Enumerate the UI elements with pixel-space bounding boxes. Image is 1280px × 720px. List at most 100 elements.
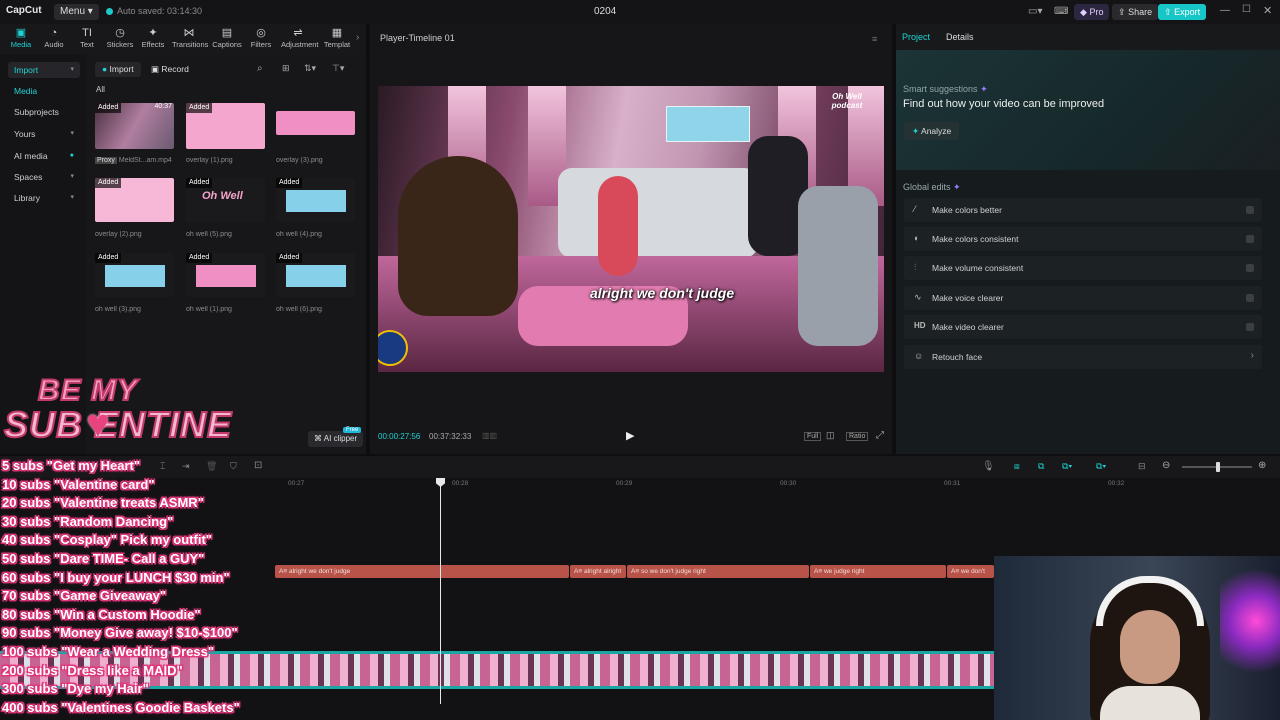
media-thumbnail: Added	[186, 253, 265, 297]
subtitle-clip[interactable]: A≡ we judge right	[810, 565, 946, 578]
minimize-icon[interactable]: —	[1220, 5, 1230, 16]
tool-tab-stickers[interactable]: ◷ Stickers	[103, 27, 137, 49]
record-button[interactable]: ▣ Record	[144, 62, 196, 77]
all-filter[interactable]: All	[96, 85, 105, 94]
microphone-icon[interactable]: 🎙	[982, 461, 995, 472]
edit-label: Make volume consistent	[932, 263, 1024, 273]
tab-details[interactable]: Details	[946, 32, 974, 42]
tool-tab-captions[interactable]: ▤ Captions	[210, 27, 244, 49]
toggle[interactable]	[1246, 264, 1254, 272]
title-bar: CapCut Menu ▾ Auto saved: 03:14:30 0204 …	[0, 0, 1280, 24]
ruler-tick: 00:30	[780, 480, 797, 487]
added-badge: Added	[276, 253, 303, 263]
media-thumbnail: Added	[95, 178, 174, 222]
subtitle-clip[interactable]: A≡ alright we don't judge	[275, 565, 569, 578]
fullscreen-icon[interactable]: ⤢	[876, 430, 884, 441]
pro-button[interactable]: ◆ Pro	[1074, 4, 1110, 20]
sidebar-item-subprojects[interactable]: Subprojects	[8, 104, 80, 120]
chevron-down-icon: ▾	[70, 194, 74, 201]
media-item[interactable]: Added overlay (2).png	[95, 178, 185, 238]
edit-make-colors-consistent[interactable]: ◐ Make colors consistent	[904, 227, 1262, 251]
share-button[interactable]: ⇪ Share	[1112, 4, 1159, 20]
tool-tab-filters[interactable]: ◎ Filters	[244, 27, 278, 49]
media-item[interactable]: Added oh well (1).png	[186, 253, 276, 313]
edit-make-volume-consistent[interactable]: ⫶ Make volume consistent	[904, 256, 1262, 280]
toggle[interactable]	[1246, 323, 1254, 331]
tool-tab-transitions[interactable]: ⋈ Transitions	[172, 27, 208, 49]
zoom-out-icon[interactable]: ⊖	[1162, 460, 1170, 471]
edit-make-colors-better[interactable]: ⁄ Make colors better	[904, 198, 1262, 222]
sidebar-item-ai-media[interactable]: AI media ●	[8, 148, 80, 164]
sidebar-item-spaces[interactable]: Spaces ▾	[8, 169, 80, 185]
tool-tab-effects[interactable]: ✦ Effects	[136, 27, 170, 49]
tool-tab-templates[interactable]: ▦ Templat	[320, 27, 354, 49]
snap-icon[interactable]: ⧉	[1038, 461, 1044, 472]
play-icon[interactable]: ▶	[626, 429, 634, 442]
subtitle-clip[interactable]: A≡ so we don't judge right	[627, 565, 809, 578]
streamer	[1090, 576, 1210, 720]
added-badge: Added	[95, 253, 122, 263]
media-item[interactable]: Added overlay (1).png	[186, 103, 276, 164]
filter-icon[interactable]: ⊤▾	[332, 63, 344, 74]
full-button[interactable]: Full	[804, 432, 822, 441]
free-badge: Free	[343, 427, 362, 433]
ratio-button[interactable]: Ratio	[846, 432, 869, 441]
tool-tab-adjustment[interactable]: ⇌ Adjustment	[281, 27, 319, 49]
shortcuts-icon[interactable]: ⌨	[1054, 6, 1068, 17]
maximize-icon[interactable]: ☐	[1242, 4, 1251, 15]
subtitle-clip[interactable]: A≡ alright alright	[570, 565, 626, 578]
tool-tab-audio[interactable]: ◔ Audio	[37, 27, 71, 49]
media-item[interactable]: Added oh well (6).png	[276, 253, 366, 313]
preview-axis-icon[interactable]: ⧉▾	[1096, 461, 1106, 472]
ai-clipper-button[interactable]: ⌘ AI clipper	[308, 431, 364, 447]
sidebar-item-library[interactable]: Library ▾	[8, 190, 80, 206]
media-item[interactable]: Added Oh Well oh well (5).png	[186, 178, 276, 238]
analyze-button[interactable]: ✦ Analyze	[904, 122, 960, 140]
added-badge: Added	[95, 103, 122, 113]
import-button[interactable]: ● Import	[95, 62, 141, 77]
sidebar-item-media[interactable]: Media	[8, 83, 80, 99]
subtitle-clip[interactable]: A≡ we don't	[947, 565, 994, 578]
chevron-right-icon[interactable]: ›	[356, 32, 359, 43]
media-item[interactable]: Added oh well (4).png	[276, 178, 366, 238]
sub-goal-item: 20 subs "Valentine treats ASMR"	[2, 495, 204, 511]
close-icon[interactable]: ✕	[1263, 4, 1272, 17]
sidebar-item-import[interactable]: Import ▾	[8, 62, 80, 78]
toggle[interactable]	[1246, 294, 1254, 302]
tool-tab-media[interactable]: ▣ Media	[4, 27, 38, 49]
menu-button[interactable]: Menu ▾	[54, 4, 99, 20]
sort-icon[interactable]: ⇅▾	[304, 63, 316, 74]
pro-icon: ◆	[1080, 7, 1087, 17]
edit-make-video-clearer[interactable]: HD Make video clearer	[904, 315, 1262, 339]
project-title[interactable]: 0204	[594, 6, 616, 17]
sub-goal-item: 200 subs "Dress like a MAID"	[2, 662, 183, 678]
zoom-slider-thumb[interactable]	[1216, 462, 1220, 472]
main-track-magnet-icon[interactable]: ⧈	[1014, 461, 1020, 472]
ai-clipper-icon: ⌘	[314, 434, 322, 443]
toggle[interactable]	[1246, 235, 1254, 243]
character	[598, 176, 638, 276]
toggle[interactable]	[1246, 206, 1254, 214]
video-preview[interactable]: Oh Well podcast alright we don't judge	[378, 86, 884, 372]
caption-track-icon[interactable]: ⊟	[1138, 461, 1146, 472]
search-icon[interactable]: ⌕	[257, 63, 263, 74]
zoom-in-icon[interactable]: ⊕	[1258, 460, 1266, 471]
zoom-slider[interactable]	[1182, 462, 1252, 472]
media-item[interactable]: Added 40:37 Proxy MeldSt...am.mp4	[95, 103, 185, 164]
layout-icon[interactable]: ▭▾	[1028, 6, 1042, 17]
export-button[interactable]: ⇧ Export	[1158, 4, 1207, 20]
link-icon[interactable]: ⧉▾	[1062, 461, 1072, 472]
edit-retouch-face[interactable]: ☺ Retouch face ›	[904, 345, 1262, 369]
snapshot-icon[interactable]: ◫	[826, 430, 835, 441]
media-item[interactable]: overlay (3).png	[276, 103, 366, 164]
media-item[interactable]: Added oh well (3).png	[95, 253, 185, 313]
view-toggle-icon[interactable]: ⊞	[282, 63, 290, 74]
heart-icon: ♥	[86, 402, 110, 446]
tool-tab-text[interactable]: TI Text	[70, 27, 104, 49]
tab-project[interactable]: Project	[902, 32, 930, 42]
playhead[interactable]	[436, 478, 445, 704]
player-menu-icon[interactable]: ≡	[872, 34, 877, 44]
sidebar-item-yours[interactable]: Yours ▾	[8, 126, 80, 142]
timecode-icon[interactable]: ▥▥	[482, 431, 497, 440]
edit-make-voice-clearer[interactable]: ∿ Make voice clearer	[904, 286, 1262, 310]
